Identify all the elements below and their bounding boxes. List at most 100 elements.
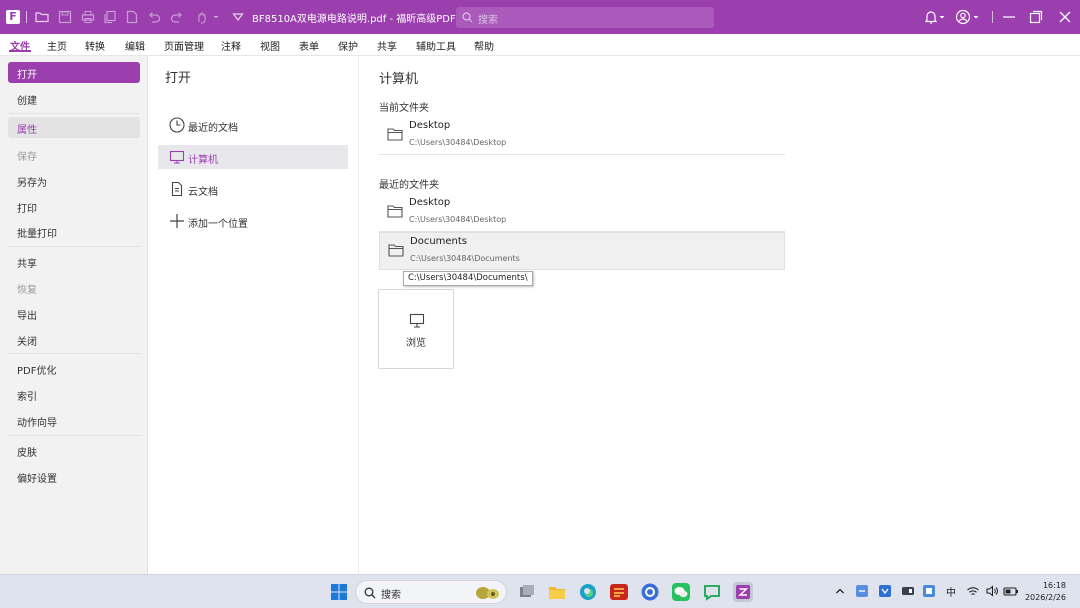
task-view-icon[interactable]	[517, 582, 537, 602]
foxit-pdf-editor-icon[interactable]	[733, 582, 753, 602]
tray-app-icon[interactable]	[878, 584, 892, 598]
game-app-icon[interactable]	[609, 582, 629, 602]
new-document-icon[interactable]	[124, 9, 140, 25]
copy-icon[interactable]	[102, 9, 118, 25]
clock[interactable]: 16:18 2026/2/26	[1025, 580, 1066, 604]
search-icon	[462, 12, 473, 23]
nav-index[interactable]: 索引	[8, 384, 140, 405]
chevron-down-icon[interactable]	[211, 9, 221, 25]
nav-pdf-optimize[interactable]: PDF优化	[8, 358, 140, 379]
menu-view[interactable]: 视图	[260, 38, 280, 53]
undo-icon[interactable]	[146, 9, 162, 25]
open-folder-icon[interactable]	[34, 9, 50, 25]
nav-export[interactable]: 导出	[8, 303, 140, 324]
user-account-icon[interactable]	[954, 8, 972, 26]
menu-share[interactable]: 共享	[377, 38, 397, 53]
folder-name: Documents	[410, 236, 468, 247]
minimize-icon[interactable]	[1000, 8, 1018, 26]
nav-save-as[interactable]: 另存为	[8, 170, 140, 191]
location-label: 计算机	[188, 155, 218, 166]
folder-name: Desktop	[409, 120, 451, 131]
tray-app-icon[interactable]	[901, 584, 915, 598]
location-recent-documents[interactable]: 最近的文档	[158, 113, 348, 137]
speaker-icon[interactable]	[985, 584, 999, 598]
menu-edit[interactable]: 编辑	[125, 38, 145, 53]
menu-bar: 文件 主页 转换 编辑 页面管理 注释 视图 表单 保护 共享 辅助工具 帮助	[0, 34, 1080, 56]
browse-button[interactable]: 浏览	[378, 289, 454, 369]
menu-accessibility[interactable]: 辅助工具	[416, 38, 456, 53]
nav-batch-print[interactable]: 批量打印	[8, 221, 140, 242]
backstage-nav: 打开 创建 属性 保存 另存为 打印 批量打印 共享 恢复 导出 关闭 PDF优…	[0, 56, 148, 574]
browser-app-icon[interactable]	[640, 582, 660, 602]
active-menu-indicator	[9, 50, 31, 52]
redo-icon[interactable]	[169, 9, 185, 25]
wechat-icon[interactable]	[671, 582, 691, 602]
nav-preferences[interactable]: 偏好设置	[8, 466, 140, 487]
edge-browser-icon[interactable]	[578, 582, 598, 602]
recent-folders-heading: 最近的文件夹	[379, 180, 439, 191]
location-add-place[interactable]: 添加一个位置	[158, 209, 348, 233]
open-panel-title: 打开	[165, 71, 192, 86]
chevron-down-icon[interactable]	[937, 8, 947, 26]
computer-title: 计算机	[379, 72, 419, 87]
menu-home[interactable]: 主页	[47, 38, 67, 53]
path-tooltip: C:\Users\30484\Documents\	[403, 271, 533, 286]
toolbar-separator	[26, 11, 27, 23]
hand-tool-icon[interactable]	[194, 9, 210, 25]
nav-action-wizard[interactable]: 动作向导	[8, 410, 140, 431]
menu-form[interactable]: 表单	[299, 38, 319, 53]
location-label: 添加一个位置	[188, 219, 248, 230]
file-explorer-icon[interactable]	[547, 582, 567, 602]
nav-skin[interactable]: 皮肤	[8, 440, 140, 461]
menu-convert[interactable]: 转换	[85, 38, 105, 53]
restore-icon[interactable]	[1027, 8, 1045, 26]
folder-icon	[388, 243, 404, 257]
print-icon[interactable]	[80, 9, 96, 25]
menu-page-management[interactable]: 页面管理	[164, 38, 204, 53]
tray-app-icon[interactable]	[855, 584, 869, 598]
ime-indicator[interactable]: 中	[946, 584, 956, 599]
nav-properties[interactable]: 属性	[8, 117, 140, 138]
chevron-down-icon[interactable]	[971, 8, 981, 26]
taskbar: 搜索 中 16:18 2026/2/26	[0, 574, 1080, 608]
document-icon	[168, 180, 186, 198]
battery-icon[interactable]	[1003, 584, 1019, 598]
save-icon[interactable]	[57, 9, 73, 25]
computer-panel: 计算机 当前文件夹 Desktop C:\Users\30484\Desktop…	[360, 56, 1080, 574]
chat-app-icon[interactable]	[702, 582, 722, 602]
nav-share[interactable]: 共享	[8, 251, 140, 272]
recent-folder-item[interactable]: Documents C:\Users\30484\Documents	[379, 232, 785, 270]
location-label: 云文档	[188, 187, 218, 198]
location-cloud-documents[interactable]: 云文档	[158, 177, 348, 201]
menu-help[interactable]: 帮助	[474, 38, 494, 53]
search-placeholder: 搜索	[478, 15, 498, 26]
close-icon[interactable]	[1056, 8, 1074, 26]
search-box[interactable]: 搜索	[456, 7, 714, 28]
current-folder-item[interactable]: Desktop C:\Users\30484\Desktop	[379, 117, 785, 155]
open-locations-panel: 打开 最近的文档 计算机 云文档 添加一个位置	[148, 56, 359, 574]
nav-save[interactable]: 保存	[8, 144, 140, 165]
clock-icon	[168, 116, 186, 134]
recent-folder-item[interactable]: Desktop C:\Users\30484\Desktop	[379, 194, 785, 232]
taskbar-search[interactable]: 搜索	[355, 580, 507, 604]
location-computer[interactable]: 计算机	[158, 145, 348, 169]
nav-close[interactable]: 关闭	[8, 329, 140, 350]
folder-path: C:\Users\30484\Desktop	[409, 138, 507, 147]
current-folder-heading: 当前文件夹	[379, 103, 429, 114]
chevron-up-icon[interactable]	[834, 584, 846, 598]
folder-path: C:\Users\30484\Documents	[410, 254, 520, 263]
customize-toolbar-icon[interactable]	[230, 9, 246, 25]
plus-icon	[168, 212, 186, 230]
wifi-icon[interactable]	[966, 584, 980, 598]
windows-start-icon[interactable]	[329, 582, 349, 602]
title-separator	[992, 8, 994, 26]
tray-app-icon[interactable]	[922, 584, 936, 598]
app-logo: F	[6, 10, 20, 24]
menu-protect[interactable]: 保护	[338, 38, 358, 53]
folder-name: Desktop	[409, 197, 451, 208]
nav-create[interactable]: 创建	[8, 88, 140, 109]
nav-print[interactable]: 打印	[8, 196, 140, 217]
nav-open[interactable]: 打开	[8, 62, 140, 83]
menu-comment[interactable]: 注释	[221, 38, 241, 53]
nav-restore[interactable]: 恢复	[8, 277, 140, 298]
